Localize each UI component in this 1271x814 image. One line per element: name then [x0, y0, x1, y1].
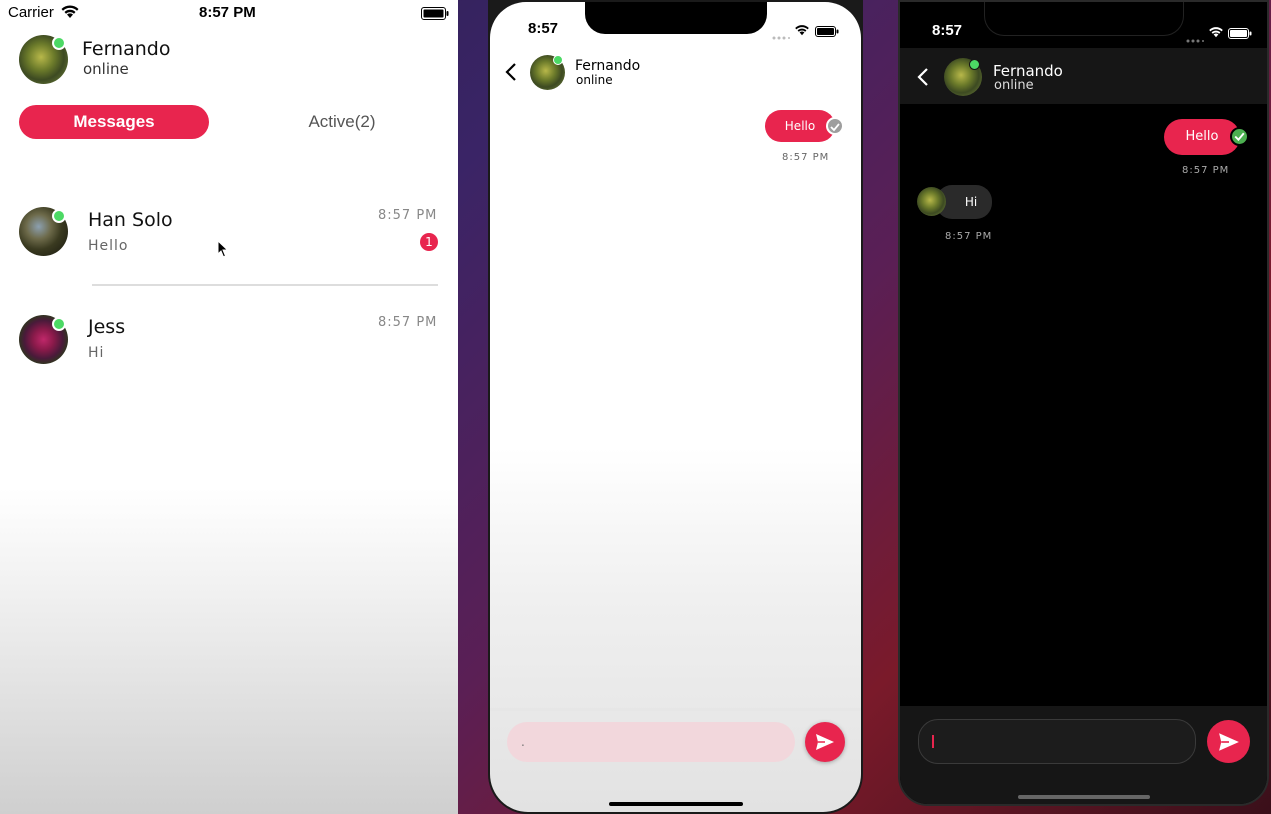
conversation-name: Han Solo	[88, 209, 173, 231]
divider	[92, 284, 438, 286]
input-bar-divider	[490, 708, 861, 711]
tab-messages[interactable]: Messages	[19, 105, 209, 139]
avatar	[530, 55, 565, 90]
online-indicator	[553, 55, 563, 65]
device-notch	[585, 2, 767, 34]
message-input[interactable]	[918, 719, 1196, 764]
avatar	[944, 58, 982, 96]
wifi-icon	[794, 21, 810, 40]
message-time: 8:57 PM	[945, 231, 993, 242]
battery-icon	[815, 22, 839, 41]
mouse-cursor-icon	[217, 239, 229, 262]
message-time: 8:57 PM	[1182, 165, 1230, 176]
chat-screen-light: 8:57 Fernando online Hello 8:57 PM	[488, 0, 863, 814]
status-bar: Carrier 8:57 PM	[0, 0, 458, 26]
send-button[interactable]	[805, 722, 845, 762]
avatar-image	[917, 187, 946, 216]
online-indicator	[52, 209, 66, 223]
message-bubble-outgoing: Hello	[765, 110, 835, 142]
signal-icon	[772, 26, 790, 45]
conversation-time: 8:57 PM	[378, 315, 438, 330]
text-caret	[932, 735, 934, 748]
avatar	[917, 187, 946, 216]
profile-status: online	[83, 60, 129, 78]
tab-active-users[interactable]: Active(2)	[262, 105, 422, 139]
home-indicator[interactable]	[609, 802, 743, 806]
status-time: 8:57	[932, 22, 963, 39]
send-icon	[815, 733, 835, 751]
device-notch	[984, 2, 1184, 36]
chat-screen-dark: 8:57 Fernando online Hello 8:57 PM Hi 8:…	[898, 0, 1269, 806]
chat-contact-status: online	[576, 73, 613, 87]
conversation-last-message: Hello	[88, 238, 129, 254]
online-indicator	[969, 59, 980, 70]
conversation-name: Jess	[88, 316, 126, 338]
read-check-icon	[826, 117, 844, 135]
home-indicator[interactable]	[1018, 795, 1150, 799]
wifi-icon	[60, 4, 80, 23]
profile-name: Fernando	[82, 38, 171, 60]
read-check-icon	[1230, 127, 1249, 146]
profile-avatar[interactable]	[19, 35, 68, 84]
conversation-list-screen: Carrier 8:57 PM Fernando online Messages…	[0, 0, 458, 814]
avatar	[19, 315, 68, 364]
message-time: 8:57 PM	[782, 152, 830, 163]
online-indicator	[52, 317, 66, 331]
chat-contact-name: Fernando	[575, 58, 641, 74]
unread-badge: 1	[420, 233, 438, 251]
battery-icon	[421, 6, 449, 24]
status-time: 8:57 PM	[199, 4, 256, 21]
send-button[interactable]	[1207, 720, 1250, 763]
message-input[interactable]	[507, 722, 795, 762]
battery-icon	[1228, 24, 1252, 43]
back-arrow-icon[interactable]	[917, 68, 929, 90]
chat-contact-status: online	[994, 78, 1034, 93]
online-indicator	[52, 36, 66, 50]
chat-screen-light-content: 8:57 Fernando online Hello 8:57 PM	[490, 2, 861, 812]
conversation-time: 8:57 PM	[378, 208, 438, 223]
wifi-icon	[1208, 23, 1224, 42]
send-icon	[1218, 732, 1240, 752]
back-arrow-icon[interactable]	[505, 63, 517, 85]
avatar	[19, 207, 68, 256]
signal-icon	[1186, 29, 1204, 48]
status-time: 8:57	[528, 20, 559, 37]
conversation-last-message: Hi	[88, 345, 105, 361]
message-bubble-outgoing: Hello	[1164, 119, 1240, 155]
carrier-label: Carrier	[8, 4, 54, 21]
